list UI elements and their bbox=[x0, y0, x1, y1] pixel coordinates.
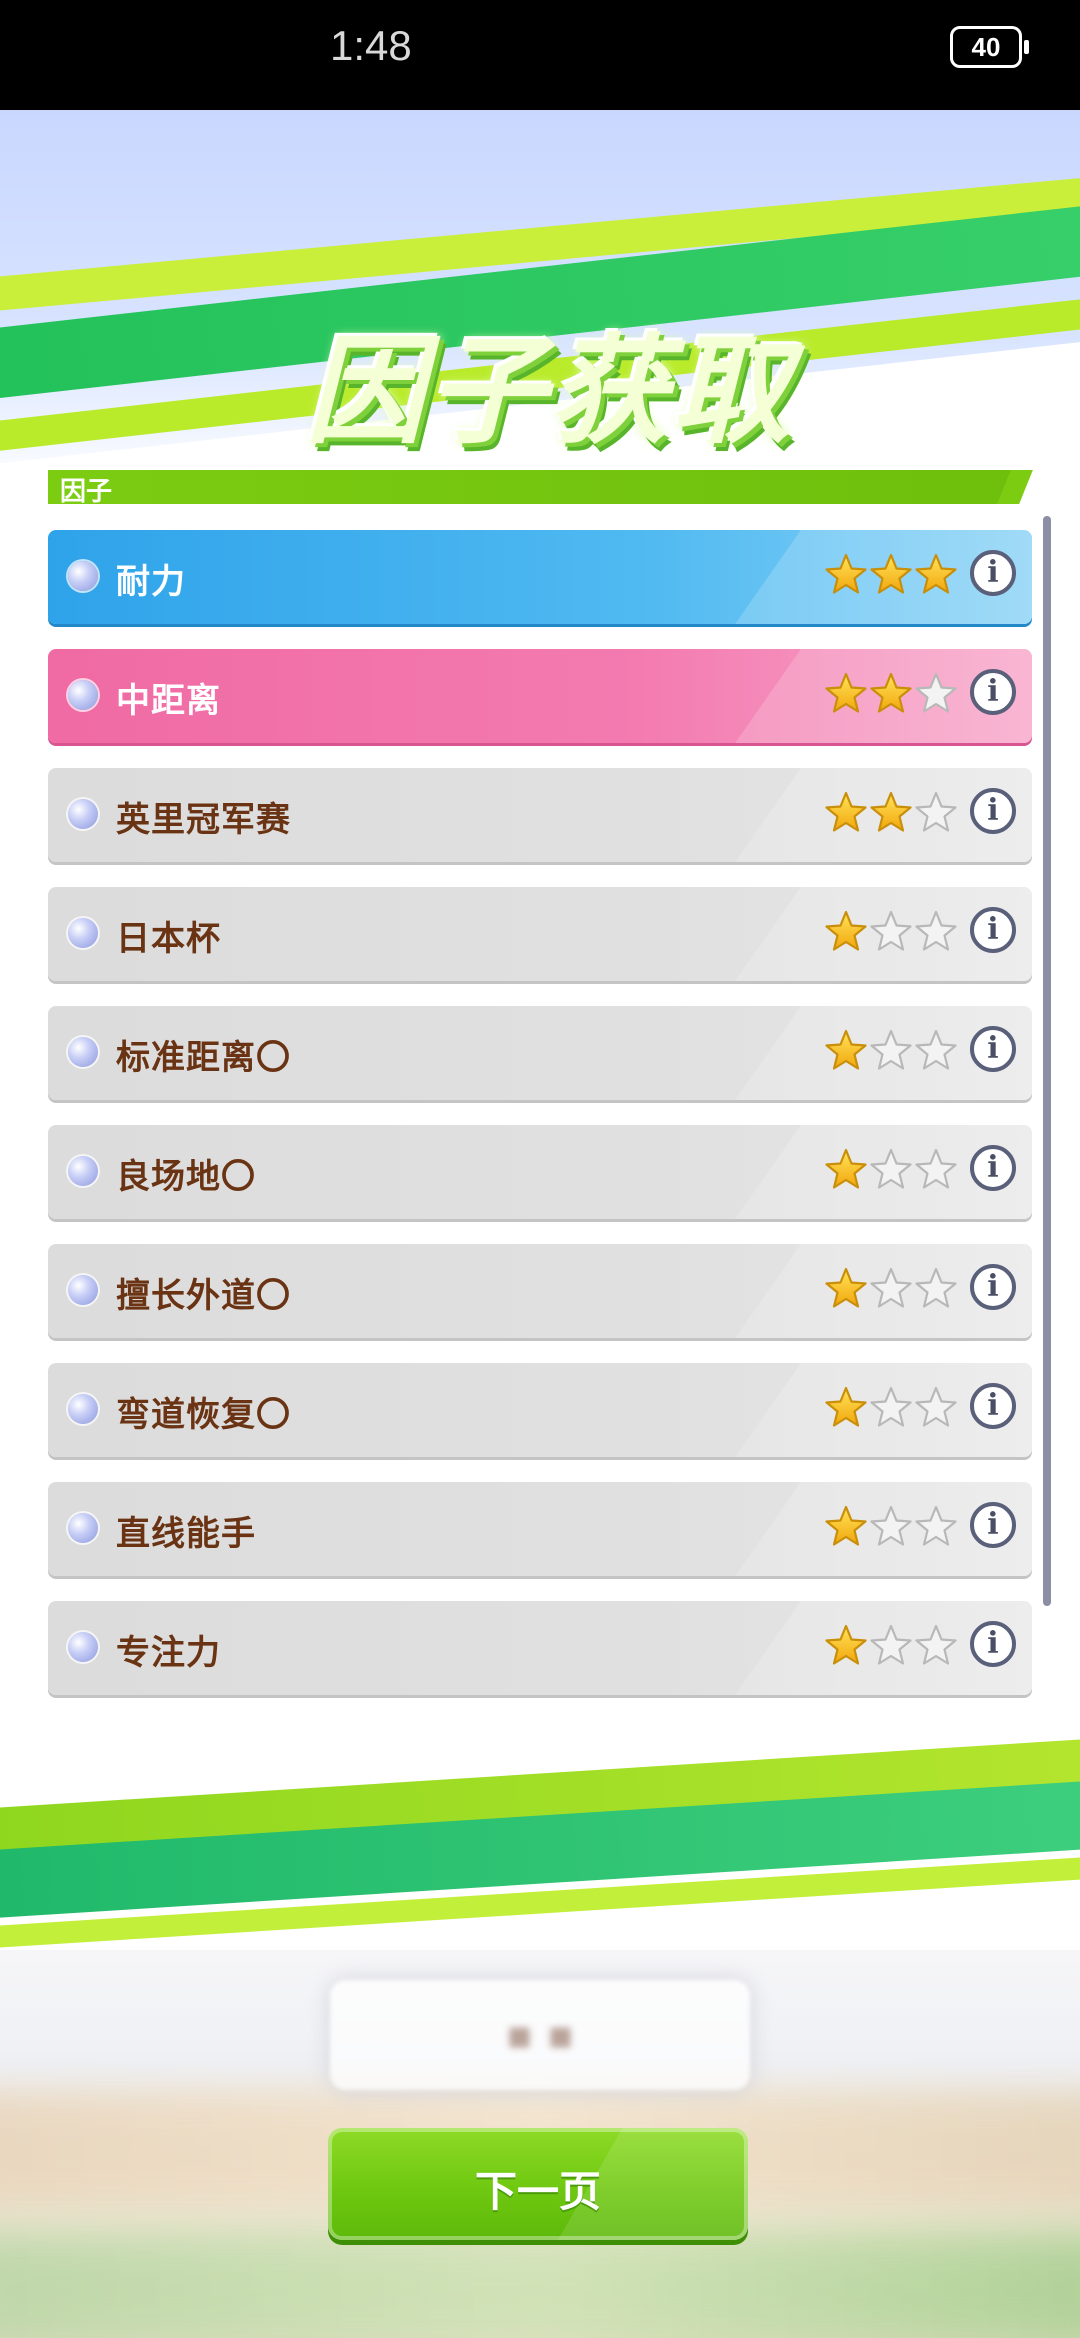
star-filled-icon bbox=[869, 552, 913, 598]
factor-name: 专注力 bbox=[116, 1633, 221, 1673]
star-empty-icon bbox=[869, 1147, 913, 1193]
star-filled-icon bbox=[914, 552, 958, 598]
list-scrollbar[interactable] bbox=[1043, 516, 1051, 1606]
star-filled-icon bbox=[869, 671, 913, 717]
info-icon[interactable]: i bbox=[970, 907, 1016, 953]
star-empty-icon bbox=[914, 1504, 958, 1550]
factor-name: 耐力 bbox=[116, 562, 186, 602]
bullet-icon bbox=[68, 1394, 98, 1424]
next-page-button[interactable]: 下一页 bbox=[328, 2128, 748, 2240]
factor-rating bbox=[824, 552, 959, 600]
info-icon[interactable]: i bbox=[970, 1502, 1016, 1548]
factor-row[interactable]: 英里冠军赛 i bbox=[48, 768, 1032, 862]
bullet-icon bbox=[68, 1632, 98, 1662]
blurred-text: ▪ ▪ bbox=[505, 2012, 575, 2058]
star-empty-icon bbox=[869, 909, 913, 955]
factor-row[interactable]: 直线能手 i bbox=[48, 1482, 1032, 1576]
factor-rating bbox=[824, 909, 959, 957]
factor-rating bbox=[824, 1504, 959, 1552]
factor-rating bbox=[824, 1623, 959, 1671]
star-empty-icon bbox=[914, 1147, 958, 1193]
factor-name: 中距离 bbox=[116, 681, 221, 721]
factor-row[interactable]: 中距离 i bbox=[48, 649, 1032, 743]
status-bar: 1:48 40 bbox=[0, 0, 1080, 110]
factor-rating bbox=[824, 790, 959, 838]
page-title: 因子获取 bbox=[305, 322, 794, 460]
star-empty-icon bbox=[869, 1028, 913, 1074]
factor-name: 擅长外道〇 bbox=[116, 1276, 291, 1316]
star-filled-icon bbox=[869, 790, 913, 836]
star-filled-icon bbox=[824, 671, 868, 717]
info-icon[interactable]: i bbox=[970, 669, 1016, 715]
star-empty-icon bbox=[914, 1385, 958, 1431]
star-empty-icon bbox=[914, 671, 958, 717]
star-empty-icon bbox=[869, 1266, 913, 1312]
bullet-icon bbox=[68, 799, 98, 829]
factor-row[interactable]: 专注力 i bbox=[48, 1601, 1032, 1695]
section-header: 因子 bbox=[48, 470, 1028, 504]
star-empty-icon bbox=[914, 1266, 958, 1312]
factor-name: 良场地〇 bbox=[116, 1157, 256, 1197]
factor-row[interactable]: 耐力 i bbox=[48, 530, 1032, 624]
scrollbar-thumb[interactable] bbox=[1043, 516, 1051, 1606]
info-icon[interactable]: i bbox=[970, 1383, 1016, 1429]
factor-name: 直线能手 bbox=[116, 1514, 256, 1554]
next-page-label: 下一页 bbox=[474, 2167, 601, 2216]
bullet-icon bbox=[68, 1275, 98, 1305]
star-empty-icon bbox=[914, 1028, 958, 1074]
factor-name: 英里冠军赛 bbox=[116, 800, 291, 840]
star-empty-icon bbox=[869, 1385, 913, 1431]
factor-rating bbox=[824, 1385, 959, 1433]
factor-row[interactable]: 标准距离〇 i bbox=[48, 1006, 1032, 1100]
star-filled-icon bbox=[824, 1266, 868, 1312]
factor-row[interactable]: 日本杯 i bbox=[48, 887, 1032, 981]
blurred-panel: ▪ ▪ bbox=[330, 1980, 750, 2090]
bullet-icon bbox=[68, 561, 98, 591]
factor-row[interactable]: 良场地〇 i bbox=[48, 1125, 1032, 1219]
star-filled-icon bbox=[824, 1028, 868, 1074]
bullet-icon bbox=[68, 680, 98, 710]
factor-row[interactable]: 擅长外道〇 i bbox=[48, 1244, 1032, 1338]
bullet-icon bbox=[68, 1513, 98, 1543]
star-filled-icon bbox=[824, 1147, 868, 1193]
factor-name: 日本杯 bbox=[116, 919, 221, 959]
bullet-icon bbox=[68, 1156, 98, 1186]
info-icon[interactable]: i bbox=[970, 1145, 1016, 1191]
info-icon[interactable]: i bbox=[970, 788, 1016, 834]
clock: 1:48 bbox=[330, 22, 412, 69]
info-icon[interactable]: i bbox=[970, 1621, 1016, 1667]
star-filled-icon bbox=[824, 1385, 868, 1431]
info-icon[interactable]: i bbox=[970, 1264, 1016, 1310]
factor-name: 弯道恢复〇 bbox=[116, 1395, 291, 1435]
star-empty-icon bbox=[869, 1623, 913, 1669]
star-empty-icon bbox=[914, 1623, 958, 1669]
star-empty-icon bbox=[914, 909, 958, 955]
factor-row[interactable]: 弯道恢复〇 i bbox=[48, 1363, 1032, 1457]
game-screen: 因子获取 ▪ ▪ bbox=[0, 110, 1080, 2338]
star-empty-icon bbox=[914, 790, 958, 836]
info-icon[interactable]: i bbox=[970, 550, 1016, 596]
factor-rating bbox=[824, 671, 959, 719]
star-filled-icon bbox=[824, 1623, 868, 1669]
factor-rating bbox=[824, 1147, 959, 1195]
section-label: 因子 bbox=[60, 477, 113, 507]
star-filled-icon bbox=[824, 790, 868, 836]
battery-icon: 40 bbox=[950, 26, 1029, 68]
star-filled-icon bbox=[824, 1504, 868, 1550]
star-filled-icon bbox=[824, 909, 868, 955]
bullet-icon bbox=[68, 918, 98, 948]
bullet-icon bbox=[68, 1037, 98, 1067]
factor-name: 标准距离〇 bbox=[116, 1038, 291, 1078]
factor-rating bbox=[824, 1266, 959, 1314]
star-filled-icon bbox=[824, 552, 868, 598]
star-empty-icon bbox=[869, 1504, 913, 1550]
factor-rating bbox=[824, 1028, 959, 1076]
info-icon[interactable]: i bbox=[970, 1026, 1016, 1072]
blurred-track-2 bbox=[0, 2230, 1080, 2338]
